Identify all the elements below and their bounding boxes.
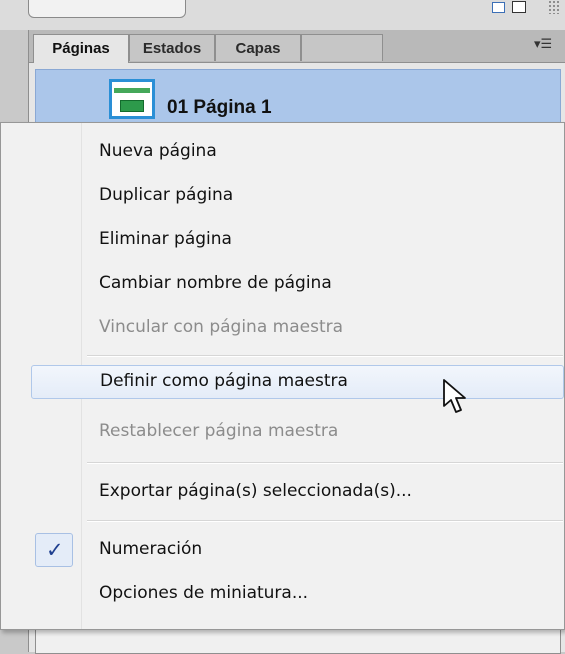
menu-item-duplicar-pagina[interactable]: Duplicar página	[5, 179, 564, 213]
page-thumbnail	[109, 79, 155, 119]
mouse-pointer-icon	[443, 379, 466, 413]
top-input-field[interactable]	[28, 0, 186, 18]
panel-tabstrip: Páginas Estados Capas ▾☰	[29, 30, 565, 63]
page-icon[interactable]	[492, 2, 505, 13]
tab-estados[interactable]: Estados	[129, 34, 215, 61]
menu-item-definir-maestra[interactable]: Definir como página maestra	[31, 365, 564, 399]
menu-item-eliminar-pagina[interactable]: Eliminar página	[5, 223, 564, 257]
menu-separator	[87, 355, 563, 357]
menu-item-exportar[interactable]: Exportar página(s) seleccionada(s)...	[5, 475, 564, 509]
tab-empty	[301, 34, 383, 61]
checkmark-icon: ✓	[46, 538, 64, 562]
resize-grip-icon[interactable]	[548, 0, 560, 14]
menu-item-vincular-maestra: Vincular con página maestra	[99, 317, 344, 337]
page-label: 01 Página 1	[167, 97, 272, 118]
menu-separator	[87, 462, 563, 464]
tab-paginas[interactable]: Páginas	[33, 34, 129, 63]
menu-item-nueva-pagina[interactable]: Nueva página	[5, 135, 564, 169]
top-toolbar	[0, 0, 565, 30]
tab-capas[interactable]: Capas	[215, 34, 301, 61]
menu-item-restablecer-maestra: Restablecer página maestra	[99, 421, 339, 441]
menu-item-opciones-miniatura[interactable]: Opciones de miniatura...	[5, 577, 564, 611]
context-menu: Nueva página Duplicar página Eliminar pá…	[0, 122, 565, 630]
menu-separator	[87, 520, 563, 522]
page-list-item[interactable]: 01 Página 1	[35, 69, 561, 127]
check-indicator: ✓	[35, 533, 73, 567]
menu-item-cambiar-nombre[interactable]: Cambiar nombre de página	[5, 267, 564, 301]
panel-options-icon[interactable]: ▾☰	[534, 38, 552, 51]
document-icon[interactable]	[512, 1, 526, 13]
menu-item-numeracion[interactable]: ✓ Numeración	[5, 533, 564, 567]
